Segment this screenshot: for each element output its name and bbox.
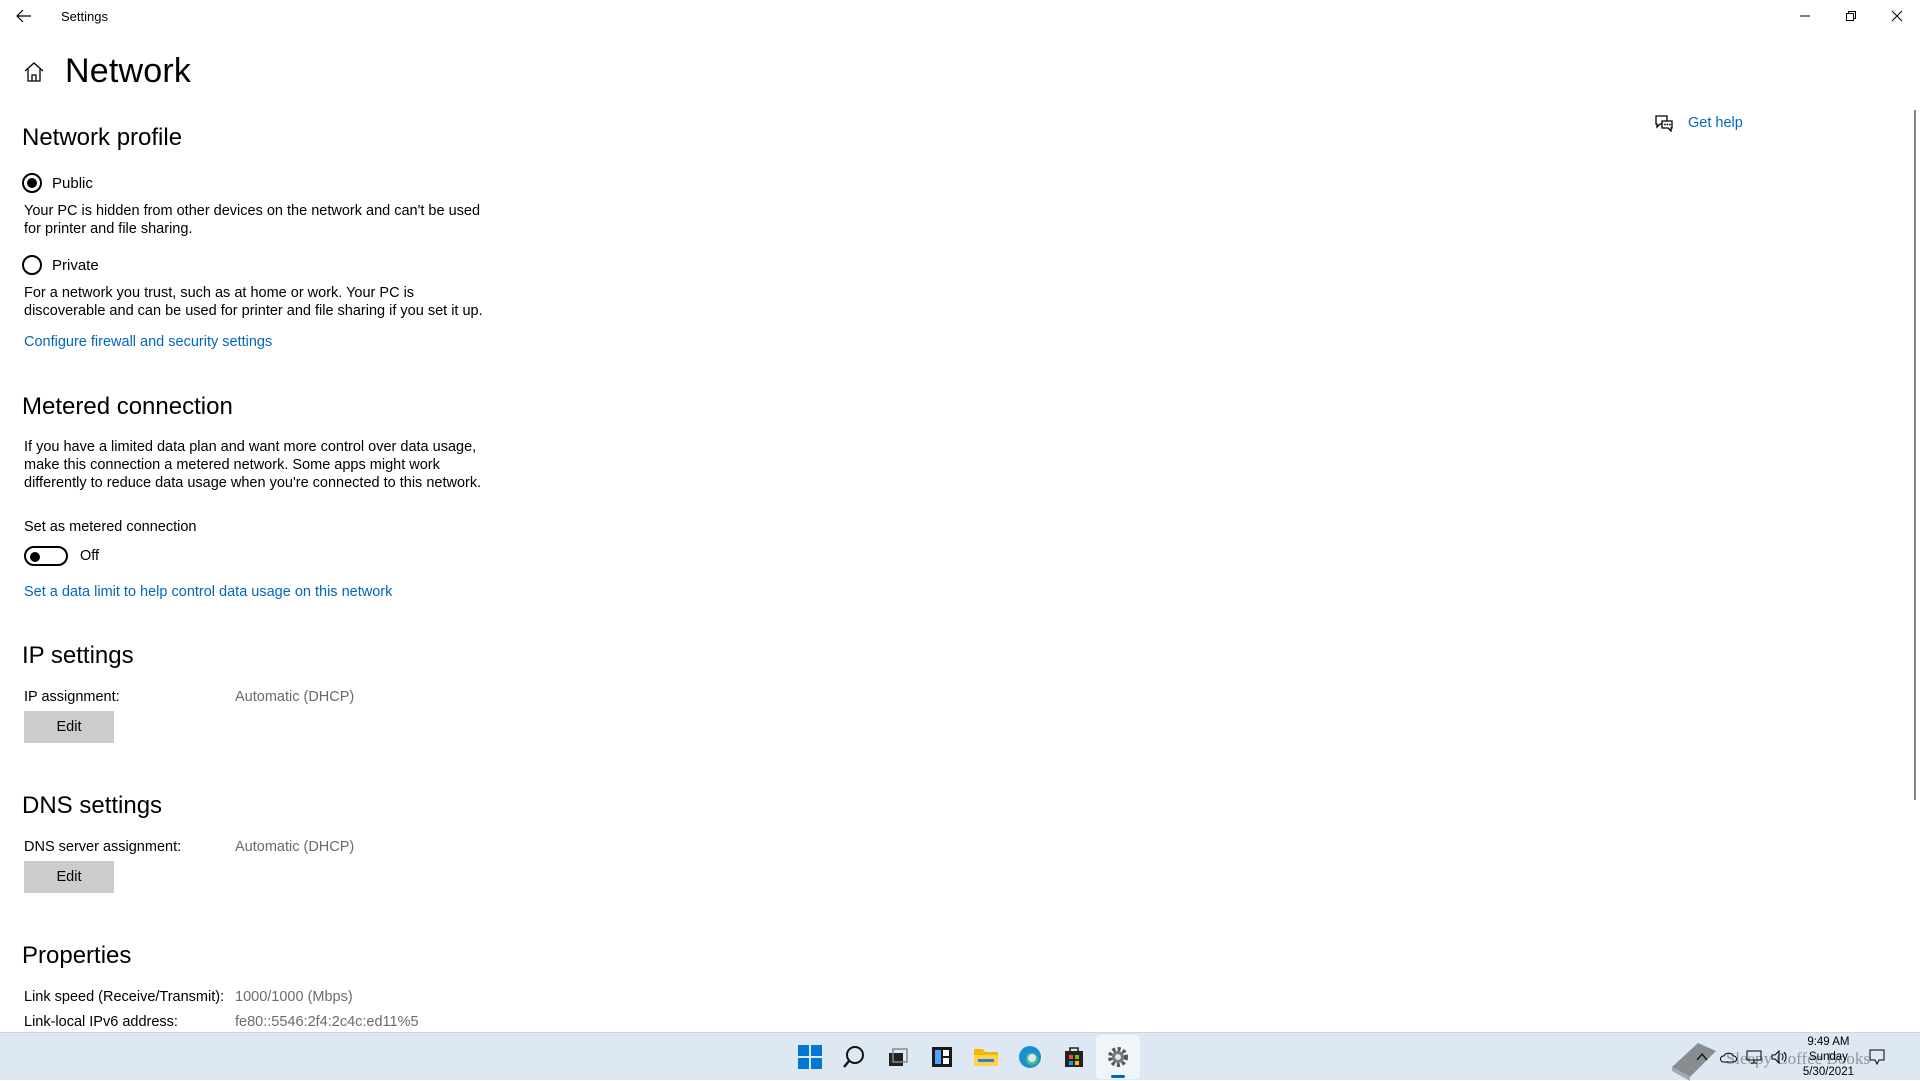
back-arrow-icon bbox=[16, 9, 31, 23]
edge-button[interactable] bbox=[1008, 1035, 1052, 1079]
page-title: Network bbox=[65, 52, 192, 90]
notifications-button[interactable] bbox=[1864, 1033, 1890, 1081]
back-button[interactable] bbox=[0, 0, 48, 32]
title-bar: Settings bbox=[0, 0, 1920, 32]
dns-assignment-value: Automatic (DHCP) bbox=[235, 839, 355, 855]
radio-public-indicator bbox=[22, 173, 42, 193]
radio-private-label: Private bbox=[52, 256, 99, 274]
task-view-icon bbox=[889, 1048, 908, 1066]
close-icon bbox=[1891, 10, 1903, 22]
chevron-up-icon bbox=[1696, 1053, 1708, 1061]
firewall-settings-link[interactable]: Configure firewall and security settings bbox=[24, 334, 272, 350]
clock[interactable]: 9:49 AM Sunday 5/30/2021 bbox=[1803, 1035, 1854, 1080]
cloud-icon bbox=[1719, 1052, 1737, 1063]
scrollbar[interactable] bbox=[1914, 110, 1916, 800]
private-description: For a network you trust, such as at home… bbox=[24, 285, 483, 319]
metered-toggle-row: Off bbox=[24, 546, 99, 566]
link-speed-label: Link speed (Receive/Transmit): bbox=[24, 989, 225, 1005]
notification-icon bbox=[1869, 1049, 1885, 1065]
home-icon bbox=[24, 61, 44, 82]
network-profile-heading: Network profile bbox=[22, 124, 183, 151]
taskbar: Sleepy Coffee Books 9:49 AM Sunday 5/30/… bbox=[0, 1032, 1920, 1081]
volume-button[interactable] bbox=[1767, 1033, 1793, 1081]
ipv6-value: fe80::5546:2f4:2c4c:ed11%5 bbox=[235, 1014, 419, 1030]
file-explorer-icon bbox=[974, 1049, 998, 1066]
settings-taskbar-button[interactable] bbox=[1096, 1035, 1140, 1079]
get-help-link[interactable]: Get help bbox=[1654, 114, 1743, 132]
store-icon bbox=[1065, 1047, 1083, 1067]
task-view-button[interactable] bbox=[876, 1035, 920, 1079]
metered-toggle-label: Set as metered connection bbox=[24, 519, 197, 535]
clock-date: 5/30/2021 bbox=[1802, 1065, 1854, 1078]
network-icon bbox=[1746, 1050, 1762, 1064]
metered-connection-heading: Metered connection bbox=[22, 393, 233, 420]
radio-private-indicator bbox=[22, 255, 42, 275]
tray-overflow-button[interactable] bbox=[1689, 1033, 1715, 1081]
dns-settings-heading: DNS settings bbox=[22, 792, 163, 819]
start-button[interactable] bbox=[788, 1035, 832, 1079]
start-icon bbox=[798, 1045, 822, 1069]
store-button[interactable] bbox=[1052, 1035, 1096, 1079]
minimize-icon bbox=[1800, 15, 1810, 17]
metered-description: If you have a limited data plan and want… bbox=[24, 439, 482, 491]
ipv6-label: Link-local IPv6 address: bbox=[24, 1014, 178, 1030]
radio-public-label: Public bbox=[52, 174, 93, 192]
onedrive-button[interactable] bbox=[1715, 1033, 1741, 1081]
system-tray: 9:49 AM Sunday 5/30/2021 bbox=[1689, 1033, 1890, 1081]
ip-settings-heading: IP settings bbox=[22, 642, 134, 669]
dns-assignment-label: DNS server assignment: bbox=[24, 839, 182, 855]
close-button[interactable] bbox=[1874, 0, 1920, 32]
public-description: Your PC is hidden from other devices on … bbox=[24, 203, 481, 237]
restore-icon bbox=[1846, 11, 1856, 21]
radio-private[interactable]: Private bbox=[22, 255, 99, 275]
link-speed-value: 1000/1000 (Mbps) bbox=[235, 989, 353, 1005]
dns-edit-button[interactable]: Edit bbox=[24, 861, 114, 893]
taskbar-icons bbox=[788, 1033, 1140, 1081]
app-title: Settings bbox=[61, 8, 108, 24]
settings-window: Settings Network Get help Network profil… bbox=[0, 0, 1920, 1032]
minimize-button[interactable] bbox=[1782, 0, 1828, 32]
metered-toggle[interactable] bbox=[24, 546, 68, 566]
edge-icon bbox=[1019, 1046, 1041, 1068]
get-help-label: Get help bbox=[1688, 115, 1743, 131]
window-controls bbox=[1782, 0, 1920, 32]
chat-help-icon bbox=[1655, 115, 1673, 132]
settings-icon bbox=[1108, 1047, 1128, 1067]
page-header: Network bbox=[22, 52, 191, 91]
properties-heading: Properties bbox=[22, 942, 132, 969]
network-tray-button[interactable] bbox=[1741, 1033, 1767, 1081]
widgets-icon bbox=[932, 1047, 952, 1067]
widgets-button[interactable] bbox=[920, 1035, 964, 1079]
volume-icon bbox=[1771, 1050, 1787, 1064]
home-button[interactable] bbox=[22, 60, 46, 84]
data-limit-link[interactable]: Set a data limit to help control data us… bbox=[24, 584, 392, 600]
radio-public[interactable]: Public bbox=[22, 173, 93, 193]
ip-assignment-value: Automatic (DHCP) bbox=[235, 689, 355, 705]
metered-toggle-state: Off bbox=[80, 548, 100, 564]
ip-edit-button[interactable]: Edit bbox=[24, 711, 114, 743]
search-button[interactable] bbox=[832, 1035, 876, 1079]
ip-assignment-label: IP assignment: bbox=[24, 689, 120, 705]
search-icon bbox=[843, 1046, 864, 1068]
clock-time: 9:49 AM bbox=[1807, 1035, 1850, 1048]
restore-button[interactable] bbox=[1828, 0, 1874, 32]
clock-day: Sunday bbox=[1808, 1050, 1848, 1063]
file-explorer-button[interactable] bbox=[964, 1035, 1008, 1079]
